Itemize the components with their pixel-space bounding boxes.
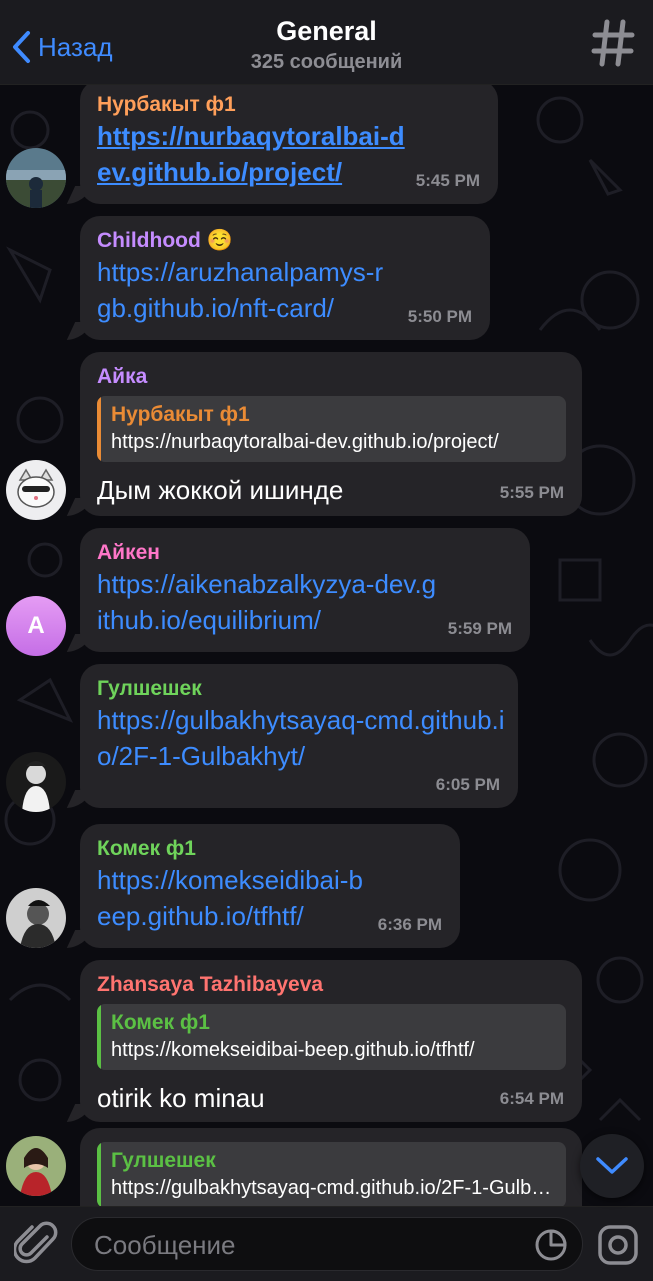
- chat-header: Назад General 325 сообщений: [0, 0, 653, 85]
- avatar[interactable]: [6, 1136, 66, 1196]
- message-bubble[interactable]: Zhansaya Tazhibayeva Комек ф1 https://ko…: [80, 960, 582, 1122]
- reply-text: https://nurbaqytoralbai-dev.github.io/pr…: [111, 431, 499, 453]
- reply-text: https://gulbakhytsayaq-cmd.github.io/2F-…: [111, 1177, 556, 1199]
- message-bubble[interactable]: Childhood ☺️ https://aruzhanalpamys-rgb.…: [80, 216, 490, 340]
- avatar-initial: A: [27, 612, 45, 639]
- avatar[interactable]: [6, 148, 66, 208]
- chevron-down-icon: [596, 1157, 628, 1174]
- message-input[interactable]: [92, 1218, 516, 1272]
- message-link[interactable]: https://gulbakhytsayaq-cmd.github.io/2F-…: [97, 702, 507, 774]
- camera-icon[interactable]: [597, 1224, 639, 1266]
- message-list[interactable]: Нурбакыт ф1 https://nurbaqytoralbai-dev.…: [0, 84, 653, 1206]
- reply-text: https://komekseidibai-beep.github.io/tfh…: [111, 1039, 475, 1061]
- reply-preview[interactable]: Гулшешек https://gulbakhytsayaq-cmd.gith…: [97, 1142, 566, 1206]
- avatar[interactable]: [6, 460, 66, 520]
- sticker-icon[interactable]: [534, 1228, 568, 1262]
- chat-title[interactable]: General: [0, 16, 653, 47]
- reply-sender: Гулшешек: [111, 1149, 216, 1172]
- message-sender: Нурбакыт ф1: [97, 93, 236, 116]
- message-bubble[interactable]: Нурбакыт ф1 https://nurbaqytoralbai-dev.…: [80, 84, 498, 204]
- message-time: 6:05 PM: [435, 775, 500, 794]
- avatar[interactable]: A: [6, 596, 66, 656]
- reply-sender: Нурбакыт ф1: [111, 403, 250, 426]
- avatar[interactable]: [6, 752, 66, 812]
- message-link[interactable]: https://aruzhanalpamys-rgb.github.io/nft…: [97, 254, 397, 326]
- message-sender: Zhansaya Tazhibayeva: [97, 973, 324, 996]
- message-input-container[interactable]: [71, 1217, 583, 1272]
- message-sender: Айка: [97, 365, 148, 388]
- scroll-to-bottom-button[interactable]: [580, 1134, 644, 1198]
- message-sender: Гулшешек: [97, 677, 202, 700]
- topic-hash-icon[interactable]: [591, 18, 635, 68]
- message-text: otirik ko minau: [97, 1083, 265, 1113]
- message-bubble[interactable]: Комек ф1 https://komekseidibai-beep.gith…: [80, 824, 460, 948]
- reply-preview[interactable]: Комек ф1 https://komekseidibai-beep.gith…: [97, 1004, 566, 1070]
- message-text: Дым жоккой ишинде: [97, 475, 344, 505]
- message-link[interactable]: https://nurbaqytoralbai-dev.github.io/pr…: [97, 118, 407, 190]
- message-time: 5:50 PM: [407, 307, 472, 326]
- message-bubble[interactable]: Айка Нурбакыт ф1 https://nurbaqytoralbai…: [80, 352, 582, 516]
- avatar[interactable]: [6, 888, 66, 948]
- message-link[interactable]: https://aikenabzalkyzya-dev.github.io/eq…: [97, 566, 437, 638]
- message-sender: Комек ф1: [97, 837, 196, 860]
- message-time: 5:45 PM: [415, 171, 480, 190]
- message-count: 325 сообщений: [250, 51, 403, 73]
- message-composer: [0, 1206, 653, 1281]
- paperclip-icon[interactable]: [14, 1221, 58, 1267]
- message-sender: Айкен: [97, 541, 160, 564]
- message-time: 6:36 PM: [377, 915, 442, 934]
- message-bubble[interactable]: Гулшешек https://gulbakhytsayaq-cmd.gith…: [80, 664, 518, 808]
- message-time: 5:59 PM: [447, 619, 512, 638]
- message-time: 6:54 PM: [499, 1089, 564, 1108]
- message-bubble[interactable]: Айкен https://aikenabzalkyzya-dev.github…: [80, 528, 530, 652]
- reply-sender: Комек ф1: [111, 1011, 210, 1034]
- message-time: 5:55 PM: [499, 483, 564, 502]
- message-sender: Childhood ☺️: [97, 229, 233, 252]
- message-link[interactable]: https://komekseidibai-beep.github.io/tfh…: [97, 862, 377, 934]
- message-bubble[interactable]: Гулшешек https://gulbakhytsayaq-cmd.gith…: [80, 1128, 582, 1206]
- reply-preview[interactable]: Нурбакыт ф1 https://nurbaqytoralbai-dev.…: [97, 396, 566, 462]
